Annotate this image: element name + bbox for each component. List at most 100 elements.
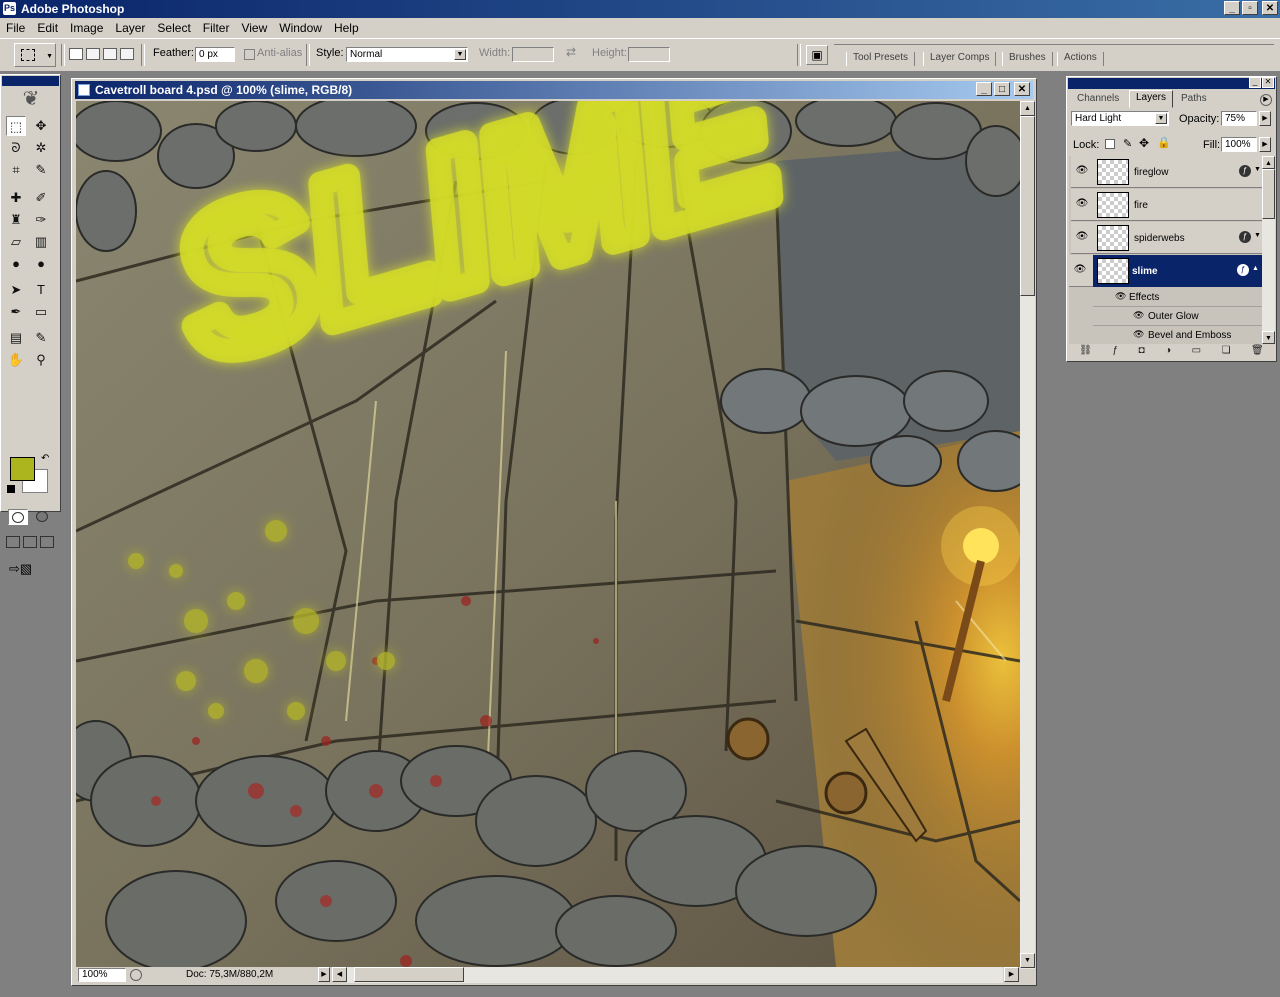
antialias-checkbox[interactable] <box>244 49 255 60</box>
menu-edit[interactable]: Edit <box>31 18 64 38</box>
close-button[interactable]: ✕ <box>1262 1 1278 15</box>
fill-input[interactable]: 100% <box>1221 137 1257 152</box>
menu-select[interactable]: Select <box>151 18 196 38</box>
eye-icon[interactable]: 👁 <box>1115 291 1126 302</box>
clone-stamp-tool-icon[interactable]: ♜ <box>6 210 26 230</box>
menu-file[interactable]: File <box>0 18 31 38</box>
menu-window[interactable]: Window <box>273 18 328 38</box>
style-select[interactable]: Normal ▼ <box>346 47 468 62</box>
document-maximize-button[interactable]: □ <box>994 82 1010 96</box>
dodge-tool-icon[interactable]: ● <box>31 254 51 274</box>
chevron-down-icon[interactable]: ▼ <box>1254 166 1261 173</box>
scroll-down-button[interactable]: ▼ <box>1262 331 1275 344</box>
document-close-button[interactable]: ✕ <box>1014 82 1030 96</box>
zoom-tool-icon[interactable]: ⚲ <box>31 350 51 370</box>
chevron-up-icon[interactable]: ▲ <box>1252 265 1259 272</box>
new-fill-adjustment-layer-icon[interactable]: ◑ <box>1165 345 1171 359</box>
palette-minimize-button[interactable]: _ <box>1249 77 1261 88</box>
intersect-selection-button[interactable] <box>120 48 134 60</box>
tab-paths[interactable]: Paths <box>1175 92 1213 107</box>
opacity-input[interactable]: 75% <box>1221 111 1257 126</box>
status-menu-arrow[interactable]: ▶ <box>318 967 330 982</box>
lock-image-icon[interactable]: ✎ <box>1123 137 1132 150</box>
zoom-preview-icon[interactable] <box>130 969 142 981</box>
horizontal-scroll-thumb[interactable] <box>354 967 464 982</box>
document-title-bar[interactable]: Cavetroll board 4.psd @ 100% (slime, RGB… <box>75 81 1033 99</box>
link-layers-icon[interactable]: ⛓ <box>1079 345 1092 359</box>
path-selection-tool-icon[interactable]: ➤ <box>6 280 26 300</box>
standard-screen-mode-button[interactable] <box>6 536 20 548</box>
type-tool-icon[interactable]: T <box>31 280 51 300</box>
quick-mask-mode-button[interactable] <box>32 509 52 525</box>
healing-brush-tool-icon[interactable]: ✚ <box>6 188 26 208</box>
layer-effects-icon[interactable]: ƒ <box>1239 165 1251 177</box>
magic-wand-tool-icon[interactable]: ✲ <box>31 138 51 158</box>
layer-row-slime[interactable]: 👁 slime ƒ ▲ <box>1069 255 1262 287</box>
move-tool-icon[interactable]: ✥ <box>31 116 51 136</box>
add-to-selection-button[interactable] <box>86 48 100 60</box>
brush-tool-icon[interactable]: ✐ <box>31 188 51 208</box>
chevron-down-icon[interactable]: ▼ <box>1254 232 1261 239</box>
vertical-scrollbar[interactable]: ▲ ▼ <box>1020 101 1035 969</box>
eye-icon[interactable]: 👁 <box>1133 310 1144 321</box>
tab-channels[interactable]: Channels <box>1071 92 1125 107</box>
fill-slider-arrow[interactable]: ▶ <box>1259 137 1271 152</box>
eye-icon[interactable]: 👁 <box>1075 198 1089 210</box>
document-minimize-button[interactable]: _ <box>976 82 992 96</box>
lock-all-icon[interactable]: 🔒 <box>1157 136 1171 149</box>
foreground-color-swatch[interactable] <box>10 457 35 481</box>
effect-row-outer-glow[interactable]: 👁 Outer Glow <box>1093 307 1262 326</box>
menu-image[interactable]: Image <box>64 18 109 38</box>
blend-mode-select[interactable]: Hard Light ▼ <box>1071 111 1169 126</box>
tool-preset-picker[interactable]: ▼ <box>14 43 56 67</box>
gradient-tool-icon[interactable]: ▥ <box>31 232 51 252</box>
full-screen-menu-mode-button[interactable] <box>23 536 37 548</box>
layer-effects-icon[interactable]: ƒ <box>1237 264 1249 276</box>
feather-logo-icon[interactable]: ❦ <box>5 88 57 110</box>
hand-tool-icon[interactable]: ✋ <box>6 350 26 370</box>
scroll-down-button[interactable]: ▼ <box>1020 953 1035 968</box>
image-canvas[interactable]: SLIME <box>76 101 1020 967</box>
minimize-button[interactable]: _ <box>1224 1 1240 15</box>
jump-to-imageready-icon[interactable]: ⇨▧ <box>9 561 32 577</box>
toolbox-title-bar[interactable] <box>2 76 59 86</box>
shape-tool-icon[interactable]: ▭ <box>31 302 51 322</box>
marquee-tool-icon[interactable]: ⬚ <box>6 116 26 136</box>
eyedropper-tool-icon[interactable]: ✎ <box>31 328 51 348</box>
new-group-icon[interactable]: ▭ <box>1192 345 1201 359</box>
scroll-left-button[interactable]: ◀ <box>332 967 347 982</box>
layers-scrollbar[interactable]: ▲ ▼ <box>1262 156 1275 344</box>
lock-transparency-icon[interactable] <box>1105 139 1115 149</box>
file-browser-icon[interactable]: ▣ <box>806 45 828 65</box>
layers-scroll-thumb[interactable] <box>1262 169 1275 219</box>
tab-layer-comps[interactable]: Layer Comps <box>923 52 997 66</box>
feather-input[interactable]: 0 px <box>195 47 235 62</box>
subtract-from-selection-button[interactable] <box>103 48 117 60</box>
eye-icon[interactable]: 👁 <box>1073 264 1087 276</box>
new-selection-button[interactable] <box>69 48 83 60</box>
menu-help[interactable]: Help <box>328 18 365 38</box>
lock-position-icon[interactable]: ✥ <box>1139 136 1149 150</box>
pen-tool-icon[interactable]: ✒ <box>6 302 26 322</box>
palette-menu-button[interactable]: ▶ <box>1260 94 1272 106</box>
eye-icon[interactable]: 👁 <box>1075 165 1089 177</box>
tab-tool-presets[interactable]: Tool Presets <box>846 52 916 66</box>
blur-tool-icon[interactable]: ● <box>6 254 26 274</box>
scroll-up-button[interactable]: ▲ <box>1020 101 1035 116</box>
lasso-tool-icon[interactable]: ᘐ <box>6 138 26 158</box>
tab-actions[interactable]: Actions <box>1057 52 1104 66</box>
restore-button[interactable]: ▫ <box>1242 1 1258 15</box>
default-colors-icon[interactable] <box>7 485 15 493</box>
palette-close-button[interactable]: ✕ <box>1262 77 1274 88</box>
crop-tool-icon[interactable]: ⌗ <box>6 160 26 180</box>
scroll-right-button[interactable]: ▶ <box>1004 967 1019 982</box>
effect-row-bevel-and-emboss[interactable]: 👁 Bevel and Emboss <box>1093 326 1262 344</box>
add-layer-style-icon[interactable]: ƒ <box>1112 345 1118 359</box>
menu-layer[interactable]: Layer <box>109 18 151 38</box>
scroll-up-button[interactable]: ▲ <box>1262 156 1275 169</box>
history-brush-tool-icon[interactable]: ✑ <box>31 210 51 230</box>
tab-layers[interactable]: Layers <box>1129 90 1174 108</box>
opacity-slider-arrow[interactable]: ▶ <box>1259 111 1271 126</box>
eye-icon[interactable]: 👁 <box>1133 329 1144 340</box>
tab-brushes[interactable]: Brushes <box>1002 52 1053 66</box>
